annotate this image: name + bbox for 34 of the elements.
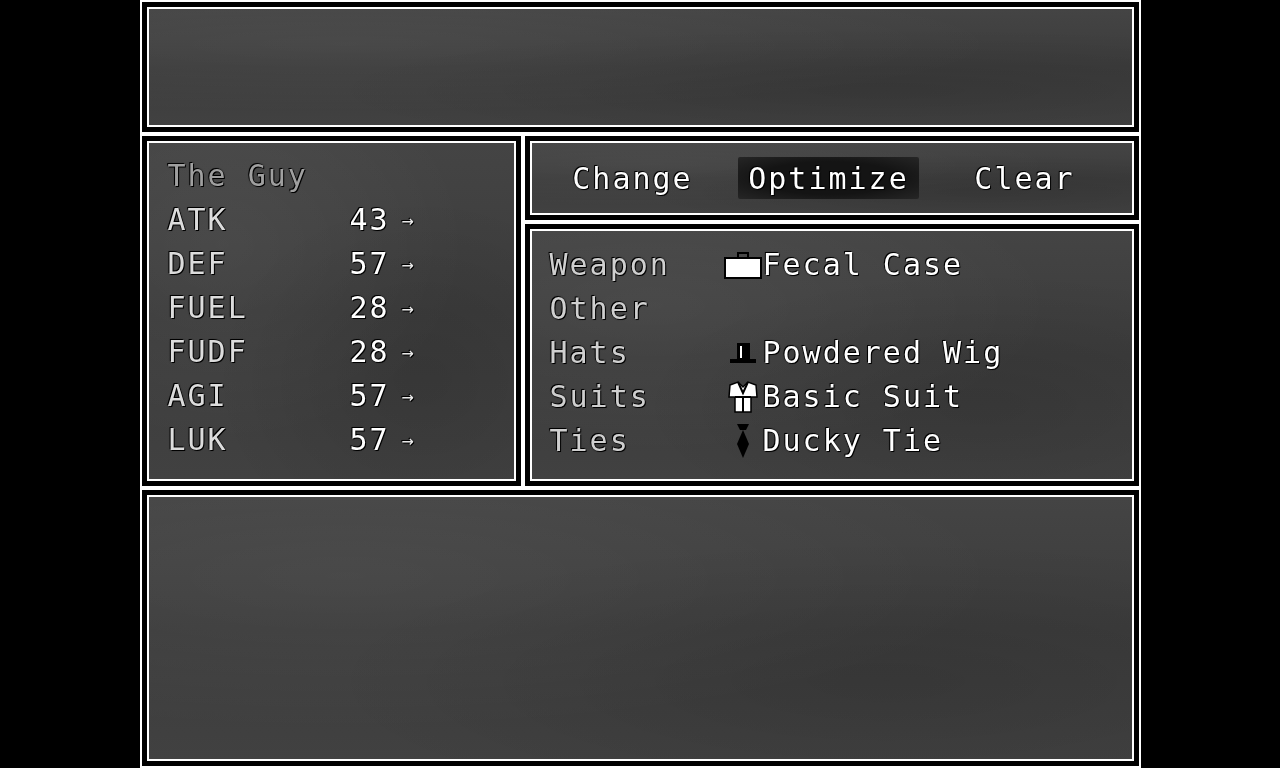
- briefcase-icon: [723, 251, 762, 279]
- stat-value: 43: [349, 201, 390, 239]
- item-name: Basic Suit: [762, 378, 964, 416]
- stat-label: FUDF: [167, 333, 248, 371]
- character-name: The Guy: [167, 157, 308, 195]
- suit-icon: [727, 381, 758, 413]
- slot-label[interactable]: Other: [549, 287, 650, 331]
- stat-label: DEF: [167, 245, 228, 283]
- top-hat-icon: [729, 343, 756, 363]
- stat-arrow: →: [401, 251, 416, 278]
- item-name: Powdered Wig: [762, 334, 1004, 372]
- item-name: Ducky Tie: [762, 422, 944, 460]
- stat-label: FUEL: [167, 289, 248, 327]
- stat-value: 57: [349, 421, 390, 459]
- command-button[interactable]: Clear: [964, 157, 1085, 199]
- stat-label: LUK: [167, 421, 228, 459]
- stat-arrow: →: [401, 427, 416, 454]
- stat-label: AGI: [167, 377, 228, 415]
- slot-label[interactable]: Weapon: [549, 243, 670, 287]
- slot-label[interactable]: Ties: [549, 419, 630, 463]
- command-button[interactable]: Optimize: [738, 157, 919, 199]
- slot-label[interactable]: Suits: [549, 375, 650, 419]
- stat-arrow: →: [401, 295, 416, 322]
- stat-label: ATK: [167, 201, 228, 239]
- stat-arrow: →: [401, 207, 416, 234]
- stat-value: 28: [349, 289, 390, 327]
- stat-value: 57: [349, 245, 390, 283]
- command-button[interactable]: Change: [562, 157, 703, 199]
- stat-value: 28: [349, 333, 390, 371]
- item-name: Fecal Case: [762, 246, 964, 284]
- stat-value: 57: [349, 377, 390, 415]
- stat-arrow: →: [401, 339, 416, 366]
- stat-arrow: →: [401, 383, 416, 410]
- slot-label[interactable]: Hats: [549, 331, 630, 375]
